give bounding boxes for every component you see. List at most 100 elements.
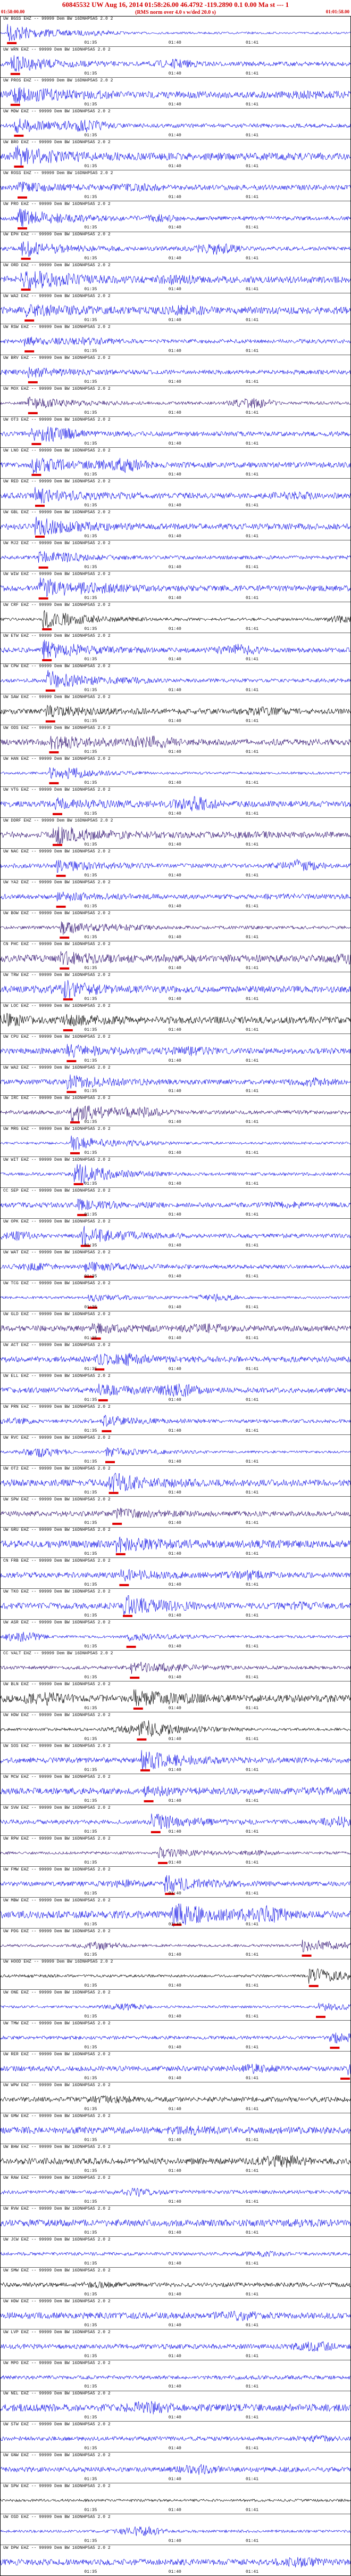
time-tick-label: 01:40 xyxy=(168,1613,181,1619)
waveform-trace xyxy=(0,1750,351,1770)
time-tick-label: 01:40 xyxy=(168,781,181,786)
time-tick-label: 01:40 xyxy=(168,965,181,971)
pick-marker xyxy=(133,1708,143,1710)
time-tick-label: 01:41 xyxy=(246,1459,259,1464)
waveform-trace xyxy=(0,2064,351,2075)
time-tick-label: 01:40 xyxy=(168,225,181,231)
trace-row: UW WA2 EHZ -- 99999 Dem BW 16DNHP5A5 2.0… xyxy=(0,1065,351,1096)
time-tick-label: 01:41 xyxy=(246,1706,259,1711)
time-tick-label: 01:41 xyxy=(246,1983,259,1989)
time-tick-label: 01:40 xyxy=(168,873,181,878)
time-tick-label: 01:40 xyxy=(168,595,181,601)
pick-marker xyxy=(105,1461,115,1463)
waveform-trace xyxy=(0,1720,350,1737)
waveform-trace xyxy=(0,2310,351,2321)
waveform-trace xyxy=(0,1352,351,1366)
time-tick-label: 01:40 xyxy=(168,2045,181,2050)
time-tick-label: 01:35 xyxy=(84,842,97,848)
station-label: UW RAW EHZ -- 99999 Dem BW 16DNHP5A5 2.0… xyxy=(3,2175,111,2180)
pick-marker xyxy=(98,1399,108,1401)
waveform-trace xyxy=(0,1846,351,1858)
time-tick-label: 01:40 xyxy=(168,1305,181,1310)
pick-marker xyxy=(18,227,27,229)
trace-row: UW NEL EHZ -- 99999 Dem BW 16DNHP5A5 2.0… xyxy=(0,2391,351,2422)
waveform-trace xyxy=(0,1537,351,1553)
trace-row: UW GRU EHZ -- 99999 Dem BW 16DNHP5A5 2.0… xyxy=(0,1527,351,1558)
pick-marker xyxy=(70,1152,80,1155)
pick-marker xyxy=(151,1831,161,1833)
trace-row: UW ASR EHZ -- 99999 Dem BW 16DNHP5A5 2.0… xyxy=(0,1620,351,1651)
time-tick-label: 01:35 xyxy=(84,318,97,323)
waveform-trace xyxy=(0,2187,351,2197)
time-tick-label: 01:35 xyxy=(84,2539,97,2544)
trace-row: UW BRV EHZ -- 99999 Dem BW 16DNHP5A5 2.0… xyxy=(0,355,351,386)
waveform-trace xyxy=(0,2281,351,2288)
time-tick-label: 01:40 xyxy=(168,811,181,817)
time-tick-label: 01:40 xyxy=(168,1736,181,1742)
time-tick-label: 01:41 xyxy=(246,1922,259,1927)
station-label: UW VTG EHZ -- 99999 Dem BW 16DNHP5A5 2.0… xyxy=(3,787,111,793)
waveform-trace xyxy=(0,1631,351,1642)
waveform-trace xyxy=(0,1261,351,1273)
station-label: UW CPU EHZ -- 99999 Dem BW 16DNHP5A5 2.0… xyxy=(3,1034,111,1039)
waveform-trace xyxy=(0,891,351,901)
trace-row: UW LVP EHZ -- 99999 Dem BW 16DNHP5A5 2.0… xyxy=(0,2329,351,2360)
waveform-trace xyxy=(0,670,351,688)
station-label: UW DPW EHZ -- 99999 Dem BW 16DNHP5A5 2.0… xyxy=(3,2546,111,2551)
trace-row: UW LOC EHZ -- 99999 Dem BW 16DNHP5A5 2.0… xyxy=(0,1003,351,1034)
time-tick-label: 01:35 xyxy=(84,1767,97,1773)
station-label: UW TRW EHZ -- 99999 Dem BW 16DNHP5A5 2.0… xyxy=(3,972,111,978)
station-label: UW BHW EHZ -- 99999 Dem BW 16DNHP5A5 2.0… xyxy=(3,2145,111,2150)
station-label: UW PROS EHZ -- 99999 Dem BW 16DNHP5A5 2.… xyxy=(3,78,113,83)
waveform-trace xyxy=(0,2526,351,2537)
time-tick-label: 01:40 xyxy=(168,1860,181,1865)
time-tick-label: 01:35 xyxy=(84,1428,97,1433)
station-label: UW GNW EHZ -- 99999 Dem BW 16DNHP5A5 2.0… xyxy=(3,2453,111,2458)
pick-marker xyxy=(21,289,31,291)
trace-row: UW HDW EHZ -- 99999 Dem BW 16DNHP5A5 2.0… xyxy=(0,1712,351,1743)
time-tick-label: 01:40 xyxy=(168,842,181,848)
time-tick-label: 01:35 xyxy=(84,1798,97,1803)
time-tick-label: 01:40 xyxy=(168,750,181,755)
waveform-trace xyxy=(0,858,351,873)
time-tick-label: 01:40 xyxy=(168,719,181,724)
time-tick-label: 01:40 xyxy=(168,2569,181,2574)
pick-marker xyxy=(70,1121,80,1124)
time-tick-label: 01:40 xyxy=(168,1490,181,1495)
time-tick-label: 01:35 xyxy=(84,2477,97,2482)
waveform-trace xyxy=(0,1199,351,1211)
station-label: UW RVW EHZ -- 99999 Dem BW 16DNHP5A5 2.0… xyxy=(3,2206,111,2211)
station-label: UW LNO EHZ -- 99999 Dem BW 16DNHP5A5 2.0… xyxy=(3,448,111,453)
time-tick-label: 01:35 xyxy=(84,40,97,45)
station-label: UW MBW EHZ -- 99999 Dem BW 16DNHP5A5 2.0… xyxy=(3,1898,111,1903)
pick-marker xyxy=(112,1522,122,1525)
pick-marker xyxy=(49,751,59,754)
trace-row: UW VTG EHZ -- 99999 Dem BW 16DNHP5A5 2.0… xyxy=(0,787,351,818)
station-label: UW BLN EHZ -- 99999 Dem BW 16DNHP5A5 2.0… xyxy=(3,1682,111,1687)
time-tick-label: 01:41 xyxy=(246,657,259,662)
time-tick-label: 01:35 xyxy=(84,1397,97,1402)
time-tick-label: 01:41 xyxy=(246,1829,259,1834)
waveform-trace xyxy=(0,1414,351,1427)
waveform-trace xyxy=(0,2095,351,2104)
station-label: UW GMW EHZ -- 99999 Dem BW 16DNHP5A5 2.0… xyxy=(3,2114,111,2119)
time-tick-label: 01:41 xyxy=(246,1952,259,1958)
trace-row: CC SEP EHZ -- 99999 Dem BW 16DNHP5A5 2.0… xyxy=(0,1188,351,1219)
station-label: UW CRF EHZ -- 99999 Dem BW 16DNHP5A5 2.0… xyxy=(3,602,111,608)
pick-marker xyxy=(10,103,20,106)
waveform-trace xyxy=(0,767,351,780)
station-label: UW STW EHZ -- 99999 Dem BW 16DNHP5A5 2.0… xyxy=(3,2422,111,2427)
pick-marker xyxy=(137,1738,147,1741)
time-tick-label: 01:35 xyxy=(84,102,97,107)
trace-row: UW CRF EHZ -- 99999 Dem BW 16DNHP5A5 2.0… xyxy=(0,602,351,633)
waveform-trace xyxy=(0,208,351,227)
waveform-trace xyxy=(0,1293,350,1302)
time-tick-label: 01:41 xyxy=(246,1243,259,1249)
time-tick-label: 01:41 xyxy=(246,349,259,354)
trace-row: CN FRB EHZ -- 99999 Dem BW 16DNHP5A5 2.0… xyxy=(0,1558,351,1589)
time-tick-label: 01:40 xyxy=(168,1891,181,1896)
time-tick-label: 01:40 xyxy=(168,2199,181,2204)
station-label: UW RED EHZ -- 99999 Dem BW 16DNHP5A5 2.0… xyxy=(3,479,111,484)
station-label: UW MOX EHZ -- 99999 Dem BW 16DNHP5A5 2.0… xyxy=(3,387,111,392)
time-tick-label: 01:40 xyxy=(168,472,181,477)
